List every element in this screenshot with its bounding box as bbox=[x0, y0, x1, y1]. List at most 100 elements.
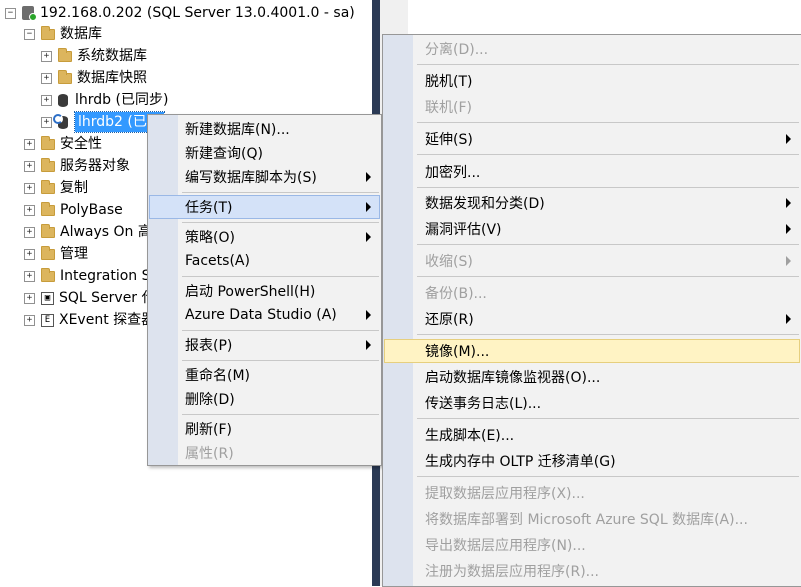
expand-icon[interactable]: + bbox=[41, 94, 52, 106]
server-icon bbox=[22, 6, 37, 21]
menu-item-log-shipping[interactable]: 传送事务日志(L)... bbox=[385, 392, 799, 414]
menu-item-powershell[interactable]: 启动 PowerShell(H) bbox=[150, 280, 379, 302]
submenu-arrow-icon bbox=[366, 202, 371, 212]
menu-item-label: 脱机(T) bbox=[425, 74, 473, 90]
menu-item-mirror-monitor[interactable]: 启动数据库镜像监视器(O)... bbox=[385, 366, 799, 388]
menu-item-extract-dac[interactable]: 提取数据层应用程序(X)... bbox=[385, 482, 799, 504]
tree-node-databases[interactable]: − 数据库 bbox=[24, 24, 102, 44]
tree-node-replication[interactable]: + 复制 bbox=[24, 178, 88, 198]
menu-item-label: 导出数据层应用程序(N)... bbox=[425, 538, 586, 554]
menu-item-deploy-azure[interactable]: 将数据库部署到 Microsoft Azure SQL 数据库(A)... bbox=[385, 508, 799, 530]
agent-icon: ▣ bbox=[41, 291, 54, 305]
expand-icon[interactable]: + bbox=[24, 248, 35, 260]
menu-item-restore[interactable]: 还原(R) bbox=[385, 308, 799, 330]
menu-item-label: Facets(A) bbox=[185, 253, 250, 269]
expand-icon[interactable]: + bbox=[41, 72, 52, 84]
tree-node-management[interactable]: + 管理 bbox=[24, 244, 88, 264]
menu-item-label: 报表(P) bbox=[185, 338, 233, 354]
context-menu-database: 新建数据库(N)... 新建查询(Q) 编写数据库脚本为(S) 任务(T) 策略… bbox=[147, 114, 382, 466]
tree-node-integration[interactable]: + Integration S bbox=[24, 266, 150, 286]
tree-node-security[interactable]: + 安全性 bbox=[24, 134, 102, 154]
menu-item-reports[interactable]: 报表(P) bbox=[150, 334, 379, 356]
menu-item-bring-online[interactable]: 联机(F) bbox=[385, 96, 799, 118]
menu-separator bbox=[182, 360, 379, 361]
tree-node-system-databases[interactable]: + 系统数据库 bbox=[41, 46, 147, 66]
tree-node-snapshots[interactable]: + 数据库快照 bbox=[41, 68, 147, 88]
expand-icon[interactable]: + bbox=[24, 314, 35, 326]
menu-item-label: 编写数据库脚本为(S) bbox=[185, 170, 317, 186]
menu-item-data-discovery[interactable]: 数据发现和分类(D) bbox=[385, 192, 799, 214]
expand-icon[interactable]: + bbox=[24, 182, 35, 194]
menu-item-new-database[interactable]: 新建数据库(N)... bbox=[150, 118, 379, 140]
tree-node-lhrdb2[interactable]: + lhrdb2 (已同 bbox=[41, 111, 165, 133]
tree-label: 复制 bbox=[60, 180, 88, 196]
menu-separator bbox=[417, 418, 799, 419]
menu-item-facets[interactable]: Facets(A) bbox=[150, 250, 379, 272]
submenu-arrow-icon bbox=[786, 134, 791, 144]
menu-item-azure-data-studio[interactable]: Azure Data Studio (A) bbox=[150, 304, 379, 326]
menu-item-label: 备份(B)... bbox=[425, 286, 487, 302]
expand-icon[interactable]: + bbox=[24, 226, 35, 238]
tree-label: lhrdb (已同步) bbox=[75, 92, 169, 108]
menu-item-rename[interactable]: 重命名(M) bbox=[150, 364, 379, 386]
menu-item-export-dac[interactable]: 导出数据层应用程序(N)... bbox=[385, 534, 799, 556]
folder-icon bbox=[41, 135, 55, 150]
menu-item-register-dac[interactable]: 注册为数据层应用程序(R)... bbox=[385, 560, 799, 582]
menu-item-policies[interactable]: 策略(O) bbox=[150, 226, 379, 248]
tree-node-server-objects[interactable]: + 服务器对象 bbox=[24, 156, 130, 176]
menu-item-shrink[interactable]: 收缩(S) bbox=[385, 250, 799, 272]
folder-icon bbox=[41, 201, 55, 216]
menu-item-label: 生成脚本(E)... bbox=[425, 428, 515, 444]
menu-separator bbox=[182, 222, 379, 223]
menu-separator bbox=[417, 244, 799, 245]
menu-item-oltp-checklist[interactable]: 生成内存中 OLTP 迁移清单(G) bbox=[385, 450, 799, 472]
menu-item-label: 加密列... bbox=[425, 165, 481, 181]
expand-icon[interactable]: + bbox=[24, 270, 35, 282]
menu-item-label: 注册为数据层应用程序(R)... bbox=[425, 564, 600, 580]
submenu-arrow-icon bbox=[366, 232, 371, 242]
menu-separator bbox=[417, 334, 799, 335]
expand-icon[interactable]: + bbox=[41, 116, 52, 128]
menu-item-properties[interactable]: 属性(R) bbox=[150, 442, 379, 464]
menu-item-generate-scripts[interactable]: 生成脚本(E)... bbox=[385, 424, 799, 446]
collapse-icon[interactable]: − bbox=[24, 28, 35, 40]
menu-item-refresh[interactable]: 刷新(F) bbox=[150, 418, 379, 440]
tree-node-xevent[interactable]: + E XEvent 探查器 bbox=[24, 310, 155, 330]
tree-node-polybase[interactable]: + PolyBase bbox=[24, 200, 123, 220]
menu-item-backup[interactable]: 备份(B)... bbox=[385, 282, 799, 304]
expand-icon[interactable]: + bbox=[24, 160, 35, 172]
menu-item-vulnerability[interactable]: 漏洞评估(V) bbox=[385, 218, 799, 240]
menu-item-script-database[interactable]: 编写数据库脚本为(S) bbox=[150, 166, 379, 188]
menu-item-detach[interactable]: 分离(D)... bbox=[385, 38, 799, 60]
menu-separator bbox=[182, 276, 379, 277]
tree-label: Integration S bbox=[60, 268, 151, 284]
tree-label: Always On 高 bbox=[60, 224, 152, 240]
expand-icon[interactable]: + bbox=[24, 138, 35, 150]
menu-item-take-offline[interactable]: 脱机(T) bbox=[385, 70, 799, 92]
collapse-icon[interactable]: − bbox=[5, 7, 16, 19]
menu-item-mirror[interactable]: 镜像(M)... bbox=[384, 339, 800, 363]
tree-node-server[interactable]: − 192.168.0.202 (SQL Server 13.0.4001.0 … bbox=[5, 3, 355, 23]
menu-item-label: 删除(D) bbox=[185, 392, 235, 408]
menu-item-label: 收缩(S) bbox=[425, 254, 473, 270]
expand-icon[interactable]: + bbox=[24, 292, 35, 304]
menu-item-label: 延伸(S) bbox=[425, 132, 473, 148]
tree-node-sql-agent[interactable]: + ▣ SQL Server 代 bbox=[24, 288, 156, 308]
tree-label: PolyBase bbox=[60, 202, 123, 218]
menu-item-tasks[interactable]: 任务(T) bbox=[149, 195, 380, 219]
menu-item-label: 任务(T) bbox=[185, 200, 233, 216]
tree-node-always-on[interactable]: + Always On 高 bbox=[24, 222, 152, 242]
expand-icon[interactable]: + bbox=[24, 204, 35, 216]
menu-item-encrypt-columns[interactable]: 加密列... bbox=[385, 161, 799, 183]
menu-item-label: 联机(F) bbox=[425, 100, 472, 116]
menu-separator bbox=[182, 192, 379, 193]
menu-separator bbox=[417, 122, 799, 123]
menu-item-new-query[interactable]: 新建查询(Q) bbox=[150, 142, 379, 164]
menu-item-delete[interactable]: 删除(D) bbox=[150, 388, 379, 410]
menu-item-stretch[interactable]: 延伸(S) bbox=[385, 128, 799, 150]
expand-icon[interactable]: + bbox=[41, 50, 52, 62]
tree-node-lhrdb[interactable]: + lhrdb (已同步) bbox=[41, 90, 168, 110]
menu-item-label: 刷新(F) bbox=[185, 422, 232, 438]
tree-label: 服务器对象 bbox=[60, 158, 130, 174]
menu-item-label: 数据发现和分类(D) bbox=[425, 196, 545, 212]
